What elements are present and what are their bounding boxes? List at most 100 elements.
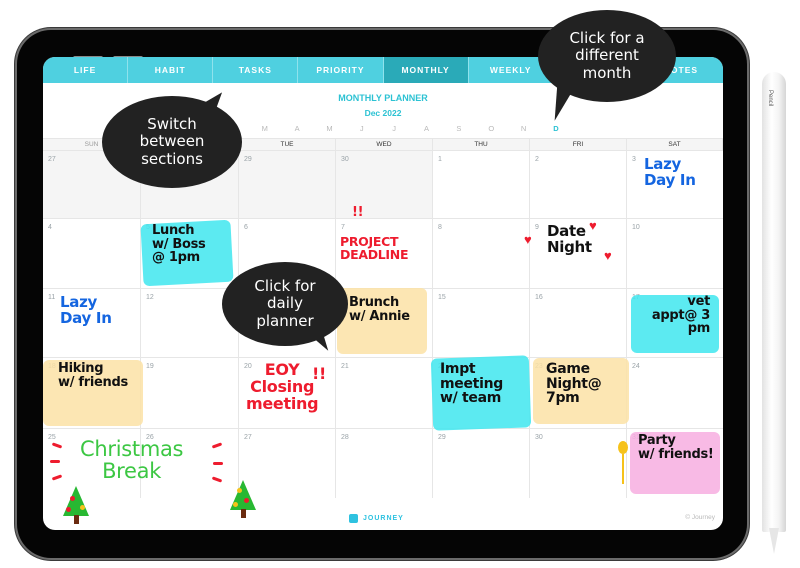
day-number: 7 (341, 224, 345, 231)
calendar-day-cell[interactable]: 29 (433, 429, 530, 498)
day-number: 4 (48, 224, 52, 231)
ornament (244, 498, 249, 503)
calendar-day-cell[interactable]: 29 (239, 151, 336, 218)
highlight-cyan (430, 355, 532, 431)
calendar-day-cell[interactable]: 21 (336, 358, 433, 428)
month-mar[interactable]: M (258, 124, 272, 133)
journey-logo[interactable]: JOURNEY (349, 514, 404, 523)
calendar-day-cell[interactable]: 15 (433, 289, 530, 357)
balloon-icon (618, 441, 628, 454)
day-number: 19 (146, 363, 154, 370)
day-number: 11 (48, 294, 56, 301)
copyright-text: © Journey (685, 514, 715, 521)
highlight-cyan (140, 219, 234, 287)
day-number: 25 (48, 434, 56, 441)
calendar-day-cell[interactable]: 3 (627, 151, 723, 218)
day-number: 27 (244, 434, 252, 441)
highlight-yellow (337, 288, 427, 354)
calendar-day-cell[interactable]: 16 (530, 289, 627, 357)
calendar-day-cell[interactable]: 9 (530, 219, 627, 288)
day-number: 30 (535, 434, 543, 441)
calendar-day-cell[interactable]: 1 (433, 151, 530, 218)
highlight-cyan (631, 295, 719, 353)
month-nov[interactable]: N (517, 124, 531, 133)
day-number: 24 (632, 363, 640, 370)
day-number: 12 (146, 294, 154, 301)
calendar-day-cell[interactable]: 26 (141, 429, 239, 498)
calendar-day-cell[interactable]: 2 (530, 151, 627, 218)
ornament (233, 502, 238, 507)
weekday-label: FRI (530, 139, 627, 150)
day-number: 30 (341, 156, 349, 163)
day-number: 20 (244, 363, 252, 370)
month-oct[interactable]: O (484, 124, 498, 133)
highlight-yellow (43, 360, 143, 426)
day-number: 26 (146, 434, 154, 441)
tab-priority[interactable]: PRIORITY (298, 57, 384, 83)
tab-monthly[interactable]: MONTHLY (383, 57, 469, 83)
day-number: 29 (438, 434, 446, 441)
calendar-day-cell[interactable]: 28 (336, 429, 433, 498)
balloon-string (622, 454, 624, 484)
day-number: 3 (632, 156, 636, 163)
ornament (66, 507, 71, 512)
day-number: 29 (244, 156, 252, 163)
heart-icon: ♥ (604, 248, 612, 263)
ornament (237, 488, 242, 493)
sparkle-mark (213, 462, 223, 465)
month-dec[interactable]: D (549, 124, 563, 133)
day-number: 9 (535, 224, 539, 231)
calendar-day-cell[interactable]: 8 (433, 219, 530, 288)
tab-life[interactable]: LIFE (43, 57, 129, 83)
weekday-label: WED (336, 139, 433, 150)
heart-icon: ♥ (589, 218, 597, 233)
tab-habit[interactable]: HABIT (128, 57, 214, 83)
calendar-day-cell[interactable]: 19 (141, 358, 239, 428)
calendar-day-cell[interactable]: 10 (627, 219, 723, 288)
ornament (70, 496, 75, 501)
day-number: 15 (438, 294, 446, 301)
calendar-day-cell[interactable]: 30 (336, 151, 433, 218)
day-number: 21 (341, 363, 349, 370)
calendar-day-cell[interactable]: 7 (336, 219, 433, 288)
day-number: 16 (535, 294, 543, 301)
sparkle-mark (50, 460, 60, 463)
day-number: 10 (632, 224, 640, 231)
pencil-label: Pencil (767, 90, 773, 107)
month-apr[interactable]: A (290, 124, 304, 133)
calendar-day-cell[interactable]: 4 (43, 219, 141, 288)
tree-trunk (241, 509, 246, 518)
calendar-day-cell[interactable]: 20 (239, 358, 336, 428)
highlight-yellow (533, 358, 629, 424)
weekday-label: THU (433, 139, 530, 150)
ornament (80, 505, 85, 510)
callout-switch-sections: Switch between sections (102, 96, 242, 188)
calendar-day-cell[interactable]: 30 (530, 429, 627, 498)
callout-different-month: Click for a different month (538, 10, 676, 102)
callout-daily-planner: Click for daily planner (222, 262, 348, 346)
apple-pencil (762, 72, 786, 532)
month-jun[interactable]: J (355, 124, 369, 133)
day-number: 8 (438, 224, 442, 231)
tab-tasks[interactable]: TASKS (213, 57, 299, 83)
journey-logo-icon (349, 514, 358, 523)
calendar-week-row: 25262728293031 (43, 428, 723, 498)
month-sep[interactable]: S (452, 124, 466, 133)
weekday-label: TUE (239, 139, 336, 150)
highlight-pink (630, 432, 720, 494)
day-number: 28 (341, 434, 349, 441)
tree-trunk (74, 515, 79, 524)
calendar-day-cell[interactable]: 11 (43, 289, 141, 357)
day-number: 6 (244, 224, 248, 231)
month-may[interactable]: M (322, 124, 336, 133)
month-aug[interactable]: A (420, 124, 434, 133)
heart-icon: ♥ (524, 232, 532, 247)
weekday-label: SAT (627, 139, 723, 150)
calendar-day-cell[interactable]: 25 (43, 429, 141, 498)
day-number: 27 (48, 156, 56, 163)
journey-logo-text: JOURNEY (363, 515, 404, 522)
month-selector: J F M A M J J A S O N D (193, 124, 563, 133)
month-jul[interactable]: J (387, 124, 401, 133)
calendar-day-cell[interactable]: 24 (627, 358, 723, 428)
pencil-tip (769, 528, 779, 554)
